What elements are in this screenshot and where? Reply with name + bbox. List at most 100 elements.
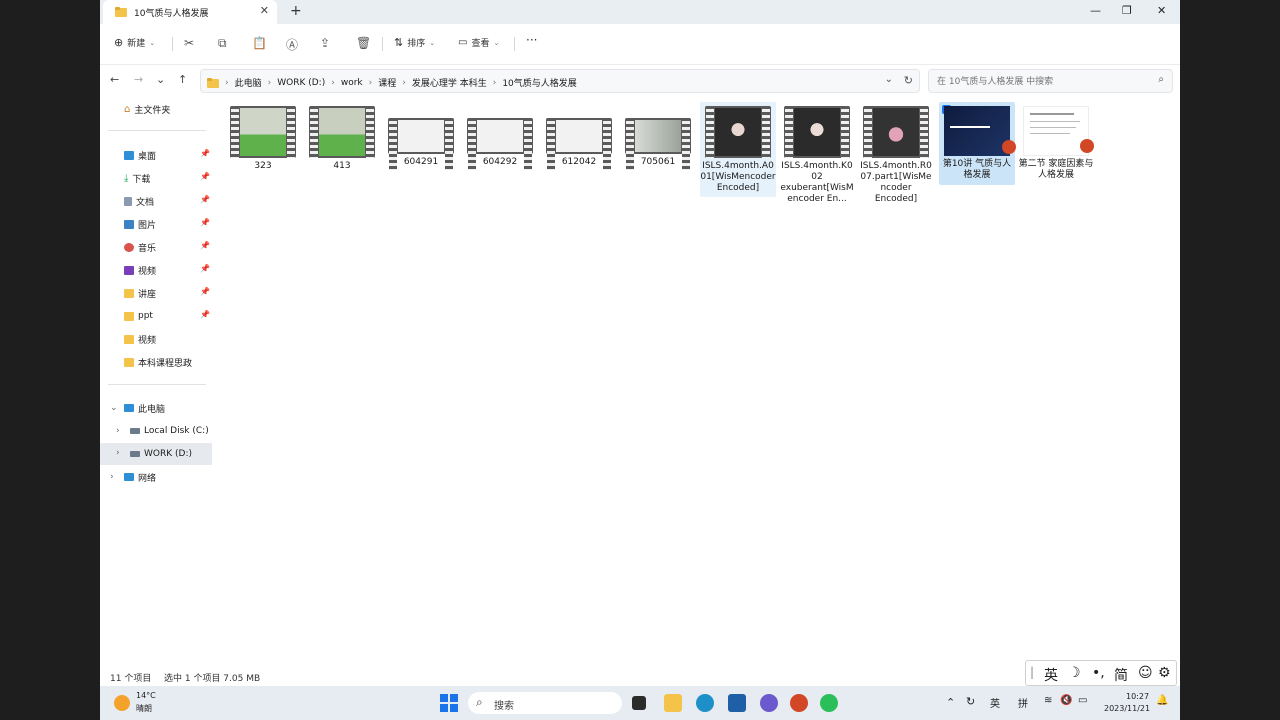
crumb-this-pc[interactable]: 此电脑 — [235, 76, 262, 89]
copy-icon[interactable]: ⧉ — [218, 36, 227, 51]
copilot-icon[interactable] — [760, 694, 778, 712]
wifi-icon[interactable]: ≋ — [1044, 695, 1052, 706]
crumb-current[interactable]: 10气质与人格发展 — [502, 76, 576, 89]
battery-icon[interactable]: ▭ — [1078, 695, 1087, 706]
wechat-icon[interactable] — [820, 694, 838, 712]
sidebar-item-video-folder[interactable]: 视频 — [124, 330, 210, 348]
delete-icon[interactable]: 🗑 — [356, 36, 371, 50]
sidebar-item-documents[interactable]: 文档 📌 — [124, 192, 210, 210]
weather-temp[interactable]: 14°C — [136, 691, 156, 700]
search-input[interactable] — [935, 73, 1149, 91]
search-icon[interactable]: ⌕ — [1158, 74, 1164, 85]
minimize-button[interactable]: — — [1090, 4, 1101, 17]
file-item-video[interactable]: 604292 — [462, 114, 538, 170]
back-arrow-icon[interactable]: ← — [110, 73, 119, 86]
chevron-up-icon[interactable]: ⌃ — [946, 696, 955, 709]
pin-icon[interactable]: 📌 — [200, 149, 210, 158]
file-item-video[interactable]: ISLS.4month.R007.part1[WisMencoder Encod… — [858, 102, 934, 205]
crumb-work[interactable]: work — [341, 78, 363, 88]
sort-button[interactable]: ⇅ 排序 ⌄ — [394, 36, 435, 49]
task-view-icon[interactable] — [632, 696, 646, 710]
sidebar-item-drive-d[interactable]: › WORK (D:) — [100, 443, 212, 465]
powerpoint-taskbar-icon[interactable] — [790, 694, 808, 712]
search-box[interactable]: ⌕ — [928, 69, 1173, 93]
sidebar-item-downloads[interactable]: ⤓ 下载 📌 — [124, 169, 210, 187]
sidebar-item-videos[interactable]: 视频 📌 — [124, 261, 210, 279]
file-item-video[interactable]: 323 — [225, 102, 301, 172]
ime-language-toggle[interactable]: 英 — [1044, 665, 1058, 685]
settings-gear-icon[interactable]: ⚙ — [1158, 665, 1171, 681]
sidebar-item-this-pc[interactable]: 此电脑 — [124, 399, 210, 417]
pin-icon[interactable]: 📌 — [200, 264, 210, 273]
chevron-right-icon[interactable]: › — [116, 448, 120, 458]
notification-bell-icon[interactable]: 🔔 — [1156, 695, 1168, 706]
crumb-dev-psych[interactable]: 发展心理学 本科生 — [412, 76, 487, 89]
chevron-right-icon[interactable]: › — [116, 426, 120, 436]
file-item-presentation[interactable]: ✓ 第10讲 气质与人格发展 — [939, 102, 1016, 185]
windows-start-icon[interactable] — [440, 694, 458, 712]
maximize-button[interactable]: ❐ — [1122, 4, 1132, 17]
sidebar-item-music[interactable]: 音乐 📌 — [124, 238, 210, 256]
clock-date[interactable]: 2023/11/21 — [1104, 704, 1150, 713]
sidebar-item-network[interactable]: 网络 — [124, 468, 210, 486]
view-button[interactable]: ▭ 查看 ⌄ — [458, 36, 499, 49]
sun-icon[interactable] — [114, 695, 130, 711]
file-item-video[interactable]: 612042 — [541, 114, 617, 170]
taskbar-search-box[interactable]: ⌕ 搜索 — [468, 692, 622, 714]
crumb-course[interactable]: 课程 — [378, 76, 396, 89]
sync-icon[interactable]: ↻ — [966, 695, 975, 708]
file-item-video[interactable]: 705061 — [620, 114, 696, 170]
emoji-icon[interactable]: ☺ — [1138, 665, 1153, 681]
file-item-presentation[interactable]: 第二节 家庭因素与人格发展 — [1018, 102, 1094, 181]
recent-chevron-icon[interactable]: ⌄ — [156, 73, 165, 86]
new-button[interactable]: ⊕ 新建 ⌄ — [114, 36, 155, 49]
see-more-button[interactable]: ··· — [526, 33, 537, 47]
sidebar-item-ppt[interactable]: ppt 📌 — [124, 307, 210, 325]
refresh-icon[interactable]: ↻ — [904, 74, 913, 87]
sidebar-item-course-politics[interactable]: 本科课程思政 — [124, 353, 210, 371]
pin-icon[interactable]: 📌 — [200, 310, 210, 319]
share-icon[interactable]: ⇪ — [320, 36, 330, 50]
forward-arrow-icon[interactable]: → — [134, 73, 143, 86]
tab-close-icon[interactable]: ✕ — [260, 4, 269, 17]
store-icon[interactable] — [728, 694, 746, 712]
cut-icon[interactable]: ✂ — [184, 36, 194, 50]
crumb-work-drive[interactable]: WORK (D:) — [277, 78, 325, 88]
rename-icon[interactable]: Ⓐ — [286, 36, 298, 53]
edge-browser-icon[interactable] — [696, 694, 714, 712]
new-tab-button[interactable]: + — [290, 3, 302, 19]
ime-language-indicator[interactable]: 英 — [990, 695, 1000, 710]
ime-simplified-toggle[interactable]: 简 — [1114, 665, 1128, 685]
sidebar-item-home[interactable]: ⌂ 主文件夹 — [124, 100, 210, 118]
sidebar-item-pictures[interactable]: 图片 📌 — [124, 215, 210, 233]
volume-muted-icon[interactable]: 🔇 — [1060, 695, 1072, 706]
moon-icon[interactable]: ☽ — [1068, 665, 1081, 681]
pin-icon[interactable]: 📌 — [200, 195, 210, 204]
punctuation-icon[interactable]: •, — [1092, 665, 1105, 681]
file-item-video[interactable]: 413 — [304, 102, 380, 172]
chevron-right-icon[interactable]: › — [110, 472, 114, 482]
pin-icon[interactable]: 📌 — [200, 218, 210, 227]
weather-desc[interactable]: 晴朗 — [136, 703, 152, 714]
tab-current-folder[interactable]: 10气质与人格发展 ✕ — [103, 0, 277, 24]
pin-icon[interactable]: 📌 — [200, 172, 210, 181]
close-window-button[interactable]: ✕ — [1157, 4, 1166, 17]
chevron-down-icon[interactable]: ⌄ — [110, 403, 118, 413]
folder-icon — [124, 334, 134, 344]
sidebar-item-desktop[interactable]: 桌面 📌 — [124, 146, 210, 164]
paste-icon[interactable]: 📋 — [252, 36, 267, 50]
sidebar-item-drive-c[interactable]: Local Disk (C:) — [130, 422, 210, 440]
file-item-video[interactable]: ISLS.4month.K002 exuberant[WisMencoder E… — [779, 102, 855, 205]
ime-mode-indicator[interactable]: 拼 — [1018, 695, 1028, 710]
address-bar[interactable]: › 此电脑 › WORK (D:) › work › 课程 › 发展心理学 本科… — [200, 69, 920, 93]
file-item-video[interactable]: 604291 — [383, 114, 459, 170]
file-item-video[interactable]: ISLS.4month.A001[WisMencoder Encoded] — [700, 102, 776, 197]
up-arrow-icon[interactable]: ↑ — [178, 73, 187, 86]
address-dropdown-icon[interactable]: ⌄ — [885, 74, 893, 85]
ime-drag-handle[interactable]: | — [1030, 665, 1034, 679]
clock-time[interactable]: 10:27 — [1126, 692, 1149, 701]
pin-icon[interactable]: 📌 — [200, 287, 210, 296]
pin-icon[interactable]: 📌 — [200, 241, 210, 250]
file-explorer-icon[interactable] — [664, 694, 682, 712]
sidebar-item-lectures[interactable]: 讲座 📌 — [124, 284, 210, 302]
